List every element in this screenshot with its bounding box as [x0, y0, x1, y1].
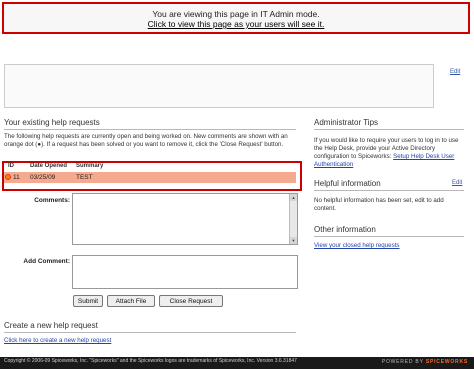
- divider: [4, 332, 296, 333]
- divider: [314, 129, 464, 130]
- powered-by-logo[interactable]: POWERED BY SPICEWORKS: [382, 359, 468, 365]
- intro-edit-link[interactable]: Edit: [450, 69, 460, 75]
- powered-by-text: POWERED BY: [381, 359, 424, 365]
- closed-requests-link[interactable]: View your closed help requests: [314, 242, 400, 250]
- helpful-info-title: Helpful information: [314, 179, 381, 188]
- scroll-up-icon[interactable]: ▲: [290, 194, 297, 201]
- admin-mode-banner: You are viewing this page in IT Admin mo…: [2, 2, 470, 34]
- add-comment-textarea[interactable]: [72, 255, 298, 289]
- column-date-opened: Date Opened: [30, 163, 68, 169]
- table-row[interactable]: 11 03/25/09 TEST: [4, 172, 296, 183]
- column-id: ID: [8, 163, 14, 169]
- request-summary: TEST: [76, 174, 93, 181]
- submit-button[interactable]: Submit: [73, 295, 103, 307]
- request-date-opened: 03/25/09: [30, 174, 56, 181]
- divider: [4, 129, 296, 130]
- column-summary: Summary: [76, 163, 104, 169]
- comments-scrollbar[interactable]: ▲ ▼: [289, 194, 297, 244]
- close-request-button[interactable]: Close Request: [159, 295, 223, 307]
- spiceworks-brand: SPICEWORKS: [425, 359, 468, 365]
- existing-requests-description: The following help requests are currentl…: [4, 133, 288, 148]
- create-request-title: Create a new help request: [4, 321, 98, 330]
- view-as-user-link[interactable]: Click to view this page as your users wi…: [148, 19, 325, 29]
- scroll-down-icon[interactable]: ▼: [290, 237, 297, 244]
- add-comment-label: Add Comment:: [23, 258, 70, 265]
- admin-tips-text: If you would like to require your users …: [314, 137, 464, 169]
- helpful-info-edit-link[interactable]: Edit: [452, 180, 462, 186]
- comments-label: Comments:: [34, 197, 70, 204]
- divider: [314, 236, 464, 237]
- create-request-link[interactable]: Click here to create a new help request: [4, 337, 111, 345]
- footer: Copyright © 2006-09 Spiceworks, Inc. "Sp…: [0, 357, 474, 369]
- request-id: 11: [13, 174, 20, 181]
- admin-mode-text: You are viewing this page in IT Admin mo…: [152, 9, 320, 19]
- comments-display[interactable]: ▲ ▼: [72, 193, 298, 245]
- existing-requests-title: Your existing help requests: [4, 118, 100, 127]
- intro-content-box: [4, 64, 434, 108]
- new-comment-dot-icon: [5, 174, 11, 181]
- request-table-header: ID Date Opened Summary: [4, 163, 296, 171]
- other-info-title: Other information: [314, 225, 376, 234]
- admin-tips-title: Administrator Tips: [314, 118, 379, 127]
- divider: [314, 190, 464, 191]
- attach-file-button[interactable]: Attach File: [107, 295, 155, 307]
- helpful-info-text: No helpful information has been set, edi…: [314, 197, 444, 212]
- copyright-text: Copyright © 2006-09 Spiceworks, Inc. "Sp…: [4, 358, 297, 364]
